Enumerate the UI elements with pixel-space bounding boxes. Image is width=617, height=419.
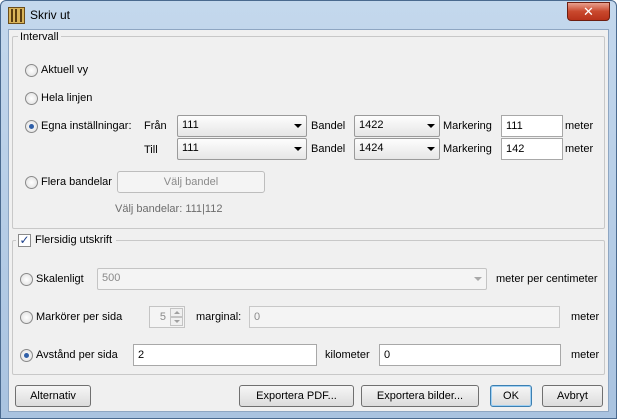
fran-markering-label: Markering [443,120,492,132]
avbryt-button[interactable]: Avbryt [542,385,603,407]
skalenligt-label[interactable]: Skalenligt [36,273,84,285]
fran-label: Från [144,120,167,132]
fran-bandel-value: 1422 [359,119,384,131]
marginal-input[interactable]: 0 [249,306,560,328]
fran-markering-input[interactable]: 111 [501,115,563,137]
title-bar: Skriv ut ✕ [1,1,616,29]
valj-bandelar-text: Välj bandelar: 111|112 [115,203,223,215]
hela-linjen-label[interactable]: Hela linjen [41,92,92,104]
fran-line-value: 111 [182,119,199,131]
marginal-label: marginal: [196,311,242,323]
window-title: Skriv ut [30,8,71,22]
radio-aktuell-vy[interactable] [25,64,38,77]
egna-installningar-label[interactable]: Egna inställningar: [41,120,132,132]
exportera-pdf-button[interactable]: Exportera PDF... [239,385,354,407]
kilometer-label: kilometer [325,349,370,361]
avstand-input[interactable]: 2 [133,344,317,366]
skalenligt-combo[interactable]: 500 [97,268,487,290]
flersidig-checkbox[interactable]: ✓ [18,234,31,247]
aktuell-vy-label[interactable]: Aktuell vy [41,64,88,76]
close-button[interactable]: ✕ [567,2,610,21]
till-line-combo[interactable]: 111 [177,138,307,160]
avstand-per-sida-label[interactable]: Avstånd per sida [36,349,118,361]
valj-bandel-button[interactable]: Välj bandel [117,171,265,193]
till-meter-label: meter [565,143,594,155]
till-bandel-value: 1424 [359,142,384,154]
chevron-down-icon [474,277,482,281]
markorer-value: 5 [159,311,166,323]
flera-bandelar-label[interactable]: Flera bandelar [41,176,112,188]
markorer-per-sida-label[interactable]: Markörer per sida [36,311,122,323]
flersidig-header: ✓ Flersidig utskrift [16,233,116,247]
skalenligt-value: 500 [102,272,121,284]
radio-egna-installningar[interactable] [25,120,38,133]
app-icon [8,7,25,24]
skalenligt-unit: meter per centimeter [496,273,598,285]
dialog-content: Intervall Aktuell vy Hela linjen Egna in… [8,29,609,412]
radio-flera-bandelar[interactable] [25,176,38,189]
avstand-meter-unit: meter [571,349,600,361]
chevron-down-icon [294,124,302,128]
till-bandel-label: Bandel [311,143,346,155]
print-dialog: Skriv ut ✕ Intervall Aktuell vy Hela lin… [0,0,617,419]
radio-skalenligt[interactable] [20,273,33,286]
ok-button[interactable]: OK [490,385,532,407]
fran-bandel-combo[interactable]: 1422 [354,115,440,137]
radio-avstand-per-sida[interactable] [20,349,33,362]
markorer-spinner[interactable]: 5 [149,306,185,328]
chevron-down-icon [294,147,302,151]
spin-down-icon[interactable] [170,317,183,326]
alternativ-button[interactable]: Alternativ [15,385,91,407]
radio-hela-linjen[interactable] [25,92,38,105]
till-markering-label: Markering [443,143,492,155]
fran-bandel-label: Bandel [311,120,346,132]
radio-markorer-per-sida[interactable] [20,311,33,324]
fran-line-combo[interactable]: 111 [177,115,307,137]
exportera-bilder-button[interactable]: Exportera bilder... [361,385,479,407]
chevron-down-icon [427,147,435,151]
chevron-down-icon [427,124,435,128]
till-line-value: 111 [182,142,199,154]
intervall-group-label: Intervall [18,31,61,43]
avstand-meter-input[interactable]: 0 [379,344,561,366]
fran-meter-label: meter [565,120,594,132]
flersidig-label[interactable]: Flersidig utskrift [35,234,112,246]
till-bandel-combo[interactable]: 1424 [354,138,440,160]
marginal-unit: meter [571,311,600,323]
till-markering-input[interactable]: 142 [501,138,563,160]
spin-up-icon[interactable] [170,308,183,317]
till-label: Till [144,144,158,156]
